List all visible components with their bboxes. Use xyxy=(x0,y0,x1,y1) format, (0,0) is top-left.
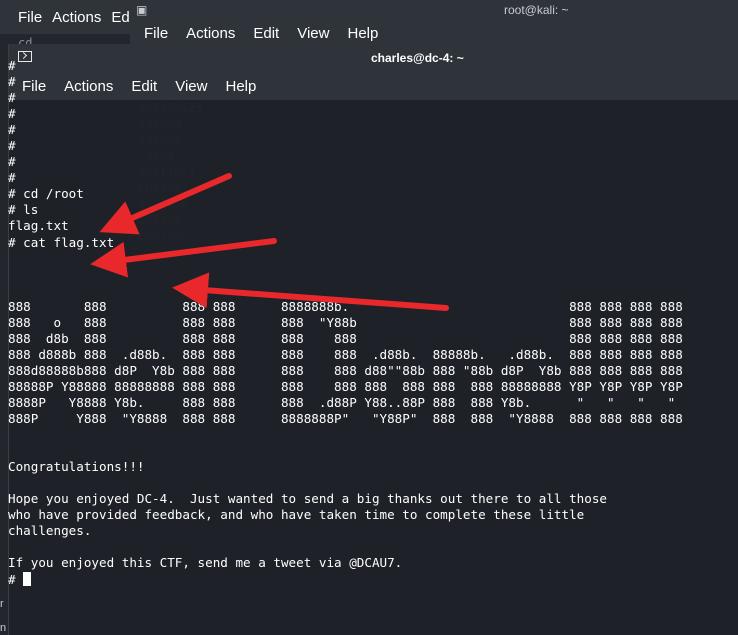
window-title: root@kali: ~ xyxy=(504,3,569,17)
edge-text: n xyxy=(0,622,7,634)
menu-bar: File Actions Ed xyxy=(0,0,140,34)
terminal-line: # xyxy=(8,138,16,154)
menu-actions[interactable]: Actions xyxy=(52,9,101,26)
terminal-line: 888 d8b 888 888 888 888 888 888 888 888 … xyxy=(8,330,683,346)
menu-view[interactable]: View xyxy=(297,25,329,42)
terminal-line: 888 888 888 888 8888888b. 888 888 888 88… xyxy=(8,298,683,314)
terminal-line: # xyxy=(8,106,16,122)
text-cursor xyxy=(23,571,32,586)
terminal-line: 888 d888b 888 .d88b. 888 888 888 888 .d8… xyxy=(8,346,683,362)
menu-actions[interactable]: Actions xyxy=(186,25,235,42)
terminal-line: Hope you enjoyed DC-4. Just wanted to se… xyxy=(8,491,607,507)
menu-file[interactable]: File xyxy=(18,9,42,26)
terminal-line: 888d88888b888 d8P Y8b 888 888 888 888 d8… xyxy=(8,362,683,378)
terminal-line: # xyxy=(8,122,16,138)
terminal-line: # xyxy=(8,74,16,90)
edge-text: r xyxy=(0,598,4,610)
terminal-line: who have provided feedback, and who have… xyxy=(8,507,585,523)
title-bar: ▣ root@kali: ~ xyxy=(130,0,738,22)
menu-help[interactable]: Help xyxy=(347,25,378,42)
terminal-line: # xyxy=(8,58,16,73)
prompt-line[interactable]: # xyxy=(8,571,730,588)
terminal-line: If you enjoyed this CTF, send me a tweet… xyxy=(8,555,403,571)
menu-bar: File Actions Edit View Help xyxy=(130,22,738,44)
prompt: # xyxy=(8,571,24,587)
menu-file[interactable]: File xyxy=(144,25,168,42)
terminal-line: 88888P Y88888 88888888 888 888 888 888 8… xyxy=(8,378,683,394)
terminal-line: Congratulations!!! xyxy=(8,459,145,475)
terminal-line: # ls xyxy=(8,202,39,218)
terminal-icon: ▣ xyxy=(136,3,148,17)
menu-edit[interactable]: Edit xyxy=(253,25,279,42)
terminal-line: # xyxy=(8,90,16,106)
terminal-line: flag.txt xyxy=(8,218,69,234)
terminal-line: # xyxy=(8,170,16,186)
terminal-line: 888 o 888 888 888 888 "Y88b 888 888 888 … xyxy=(8,314,683,330)
terminal-output[interactable]: # # # # # # # # # cd /root # ls flag.txt # cat flag… xyxy=(8,58,730,588)
terminal-line: # xyxy=(8,154,16,170)
terminal-line: challenges. xyxy=(8,523,92,539)
menu-edit[interactable]: Ed xyxy=(111,9,129,26)
terminal-line: # cd /root xyxy=(8,186,84,202)
terminal-line: # cat flag.txt xyxy=(8,234,115,250)
terminal-line: 8888P Y8888 Y8b. 888 888 888 .d88P Y88..… xyxy=(8,394,676,410)
terminal-line: 888P Y888 "Y8888 888 888 8888888P" "Y88P… xyxy=(8,411,683,427)
